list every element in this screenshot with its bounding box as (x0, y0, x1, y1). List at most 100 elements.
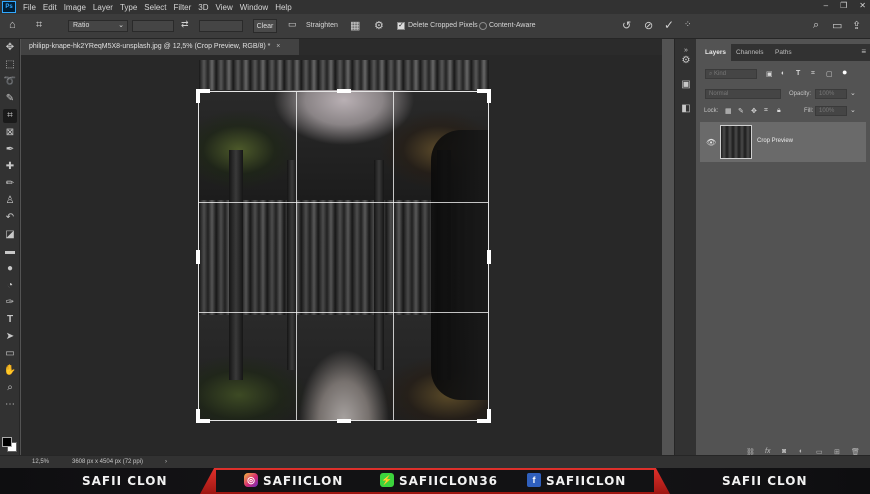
crop-handle-bottom[interactable] (337, 419, 351, 423)
fill-input[interactable]: 100% (815, 106, 847, 116)
crop-handle-left[interactable] (196, 250, 200, 264)
close-window-button[interactable]: ✕ (859, 1, 866, 10)
document-tab[interactable]: philipp-knape-hk2YReqM5X8-unsplash.jpg @… (21, 39, 299, 55)
zoom-icon[interactable]: ⌕ (3, 381, 17, 395)
layer-name[interactable]: Crop Preview (757, 138, 793, 144)
cancel-crop-icon[interactable]: ⊘ (644, 19, 653, 32)
menu-select[interactable]: Select (144, 3, 166, 12)
dodge-icon[interactable]: ◔ (3, 279, 17, 293)
gear-icon[interactable]: ⚙ (374, 19, 384, 32)
lock-position-icon[interactable]: ✥ (751, 107, 757, 115)
menu-layer[interactable]: Layer (93, 3, 113, 12)
lasso-icon[interactable]: ➰ (3, 75, 17, 89)
tab-channels[interactable]: Channels (731, 44, 768, 61)
quick-select-icon[interactable]: ✎ (3, 92, 17, 106)
crop-handle-bottom-left[interactable] (196, 409, 200, 423)
filter-smart-object-icon[interactable]: ▢ (826, 70, 833, 78)
more-icon[interactable]: ⋯ (3, 398, 17, 412)
visibility-eye-icon[interactable]: 👁︎ (706, 138, 716, 147)
reset-icon[interactable]: ↺ (622, 19, 631, 32)
chevron-right-icon[interactable]: › (165, 459, 167, 465)
menu-3d[interactable]: 3D (198, 3, 208, 12)
chevron-down-icon[interactable]: ⌄ (850, 89, 856, 97)
lock-transparency-icon[interactable]: ▦ (725, 107, 732, 115)
pen-icon[interactable]: ✑ (3, 296, 17, 310)
marquee-icon[interactable]: ⬚ (3, 58, 17, 72)
move-icon[interactable]: ✥ (3, 41, 17, 55)
opacity-input[interactable]: 100% (815, 89, 847, 99)
share-icon[interactable]: ⇪ (852, 19, 861, 32)
search-icon[interactable]: ⌕ (813, 19, 819, 32)
crop-height-input[interactable] (199, 20, 243, 32)
tab-paths[interactable]: Paths (770, 44, 797, 61)
menu-window[interactable]: Window (240, 3, 268, 12)
tab-layers[interactable]: Layers (700, 44, 731, 61)
fx-icon[interactable]: fx (765, 448, 770, 455)
crop-handle-bottom-right[interactable] (487, 409, 491, 423)
frame-icon[interactable]: ⊠ (3, 126, 17, 140)
lock-image-icon[interactable]: ✎ (738, 107, 744, 115)
restore-button[interactable]: ❐ (840, 1, 847, 10)
lock-all-icon[interactable]: 🔒︎ (777, 107, 781, 115)
content-aware-checkbox[interactable] (479, 22, 487, 30)
stamp-icon[interactable]: ♙ (3, 194, 17, 208)
lock-artboard-icon[interactable]: ⌗ (764, 107, 768, 115)
eraser-icon[interactable]: ◪ (3, 228, 17, 242)
clear-button[interactable]: Clear (253, 19, 277, 33)
delete-cropped-label[interactable]: Delete Cropped Pixels (408, 22, 478, 29)
menu-file[interactable]: File (23, 3, 36, 12)
panel-menu-icon[interactable]: ≡ (861, 47, 866, 56)
workspace-icon[interactable]: ▭ (832, 19, 842, 32)
crop-handle-top-left[interactable] (196, 89, 200, 103)
adjustments-icon[interactable]: ◧ (680, 103, 692, 115)
content-aware-label[interactable]: Content-Aware (489, 22, 536, 29)
straighten-label[interactable]: Straighten (306, 22, 338, 29)
hand-icon[interactable]: ✋ (3, 364, 17, 378)
properties-icon[interactable]: ⚙ (680, 55, 692, 67)
menu-view[interactable]: View (216, 3, 233, 12)
menu-help[interactable]: Help (275, 3, 291, 12)
delete-cropped-checkbox[interactable]: ✓ (397, 22, 405, 30)
rectangle-icon[interactable]: ▭ (3, 347, 17, 361)
layer-row[interactable]: 👁︎ Crop Preview (700, 122, 866, 162)
filter-adjustment-icon[interactable]: ◐ (781, 70, 785, 77)
type-icon[interactable]: T (3, 313, 17, 327)
libraries-icon[interactable]: ▣ (680, 79, 692, 91)
chevron-down-icon[interactable]: ⌄ (850, 106, 856, 114)
menu-image[interactable]: Image (64, 3, 86, 12)
crop-handle-top[interactable] (337, 89, 351, 93)
filter-toggle-icon[interactable]: ● (842, 67, 847, 77)
eyedropper-icon[interactable]: ✒ (3, 143, 17, 157)
zoom-level[interactable]: 12,5% (32, 459, 49, 465)
menu-filter[interactable]: Filter (174, 3, 192, 12)
overlay-grid-icon[interactable]: ▦ (350, 19, 360, 32)
home-icon[interactable]: ⌂ (9, 19, 16, 31)
filter-shape-icon[interactable]: ⌗ (811, 70, 815, 78)
close-tab-icon[interactable]: × (276, 43, 280, 50)
blend-mode-select[interactable]: Normal (705, 89, 781, 99)
swap-dimensions-icon[interactable]: ⇄ (181, 19, 189, 30)
foreground-color-swatch[interactable] (2, 437, 12, 447)
adjustment-icon[interactable]: ◐ (799, 448, 803, 455)
commit-crop-icon[interactable]: ✓ (664, 18, 674, 32)
crop-tool-preset-icon[interactable]: ⌗ (36, 19, 42, 32)
crop-width-input[interactable] (132, 20, 174, 32)
menu-type[interactable]: Type (120, 3, 137, 12)
canvas[interactable] (21, 55, 662, 455)
filter-type-icon[interactable]: T (796, 70, 800, 77)
healing-icon[interactable]: ✚ (3, 160, 17, 174)
menu-edit[interactable]: Edit (43, 3, 57, 12)
brush-icon[interactable]: ✏ (3, 177, 17, 191)
filter-pixel-icon[interactable]: ▣ (766, 70, 773, 78)
crop-icon[interactable]: ⌗ (3, 109, 17, 123)
straighten-icon[interactable]: ▭ (288, 19, 297, 30)
minimize-button[interactable]: – (824, 1, 828, 10)
path-select-icon[interactable]: ➤ (3, 330, 17, 344)
blur-icon[interactable]: ● (3, 262, 17, 276)
mask-icon[interactable]: ◙ (782, 448, 786, 455)
layer-filter-select[interactable]: ⌕ Kind (705, 69, 757, 79)
history-brush-icon[interactable]: ↶ (3, 211, 17, 225)
ratio-select[interactable]: Ratio ⌄ (68, 20, 128, 32)
gradient-icon[interactable]: ▬ (3, 245, 17, 259)
crop-box[interactable] (196, 89, 491, 423)
